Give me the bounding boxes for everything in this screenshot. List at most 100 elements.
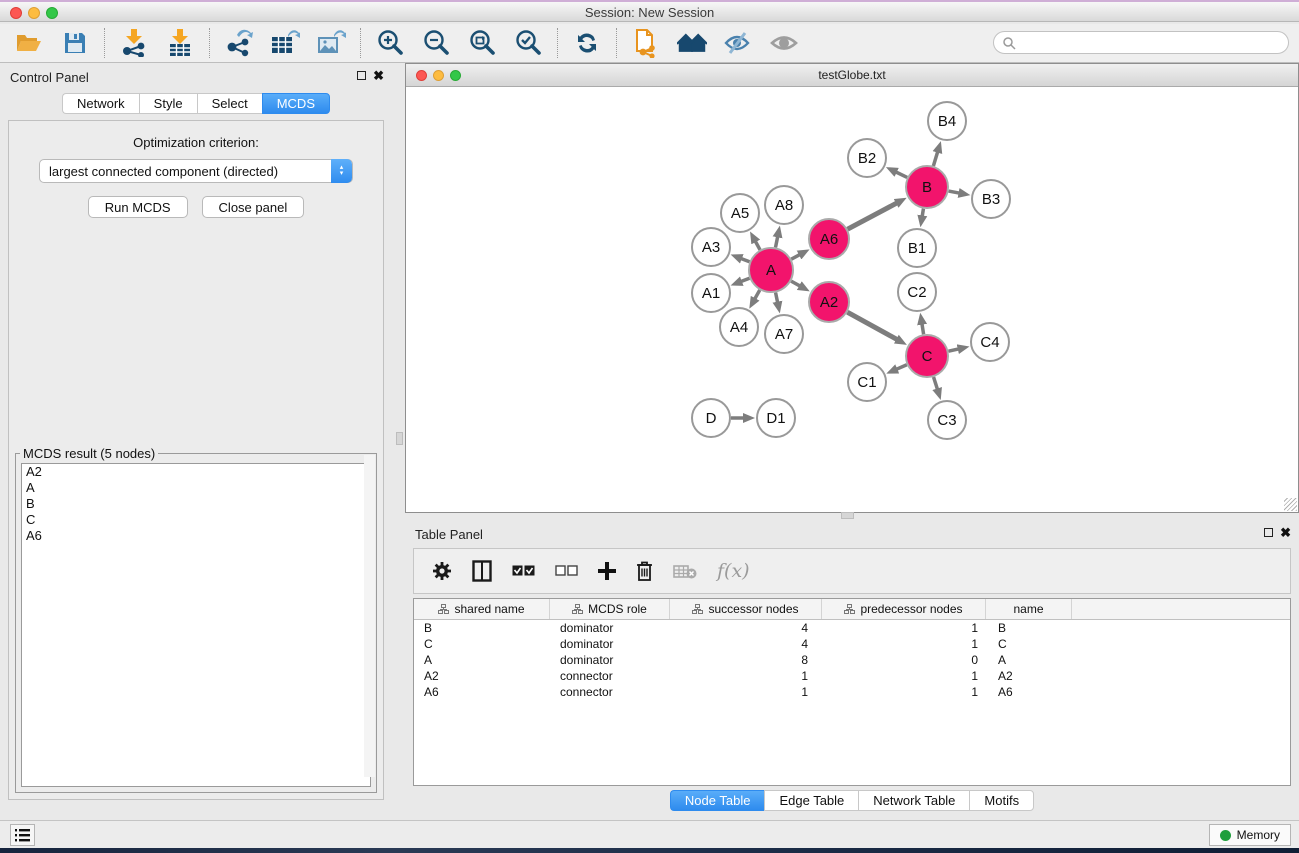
network-canvas[interactable]: B4B2BB3A5A8A6A3B1AA1C2A2A4A7C4CC1C3DD1 (406, 87, 1298, 512)
edge-A2-C[interactable] (847, 312, 898, 340)
node-B1[interactable]: B1 (898, 229, 936, 267)
node-A[interactable]: A (749, 248, 793, 292)
table-cell[interactable]: connector (550, 669, 670, 683)
node-A7[interactable]: A7 (765, 315, 803, 353)
zoom-fit-icon[interactable] (467, 28, 497, 58)
tab-network[interactable]: Network (62, 93, 139, 114)
run-mcds-button[interactable]: Run MCDS (88, 196, 188, 218)
table-row[interactable]: A6connector11A6 (414, 684, 1290, 700)
table-cell[interactable]: 1 (822, 669, 986, 683)
node-B4[interactable]: B4 (928, 102, 966, 140)
table-row[interactable]: A2connector11A2 (414, 668, 1290, 684)
table-cell[interactable]: 1 (822, 637, 986, 651)
tab-mcds[interactable]: MCDS (262, 93, 330, 114)
open-file-icon[interactable] (14, 28, 44, 58)
result-scrollbar[interactable] (364, 455, 375, 777)
edge-C-C1[interactable] (895, 365, 906, 370)
table-cell[interactable]: A (986, 653, 1072, 667)
result-item[interactable]: C (22, 512, 370, 528)
result-item[interactable]: A6 (22, 528, 370, 544)
table-cell[interactable]: A2 (986, 669, 1072, 683)
table-cell[interactable]: A6 (414, 685, 550, 699)
column-selector-icon[interactable] (472, 560, 492, 582)
node-table[interactable]: shared nameMCDS rolesuccessor nodesprede… (413, 598, 1291, 786)
edge-B-B1[interactable] (922, 209, 923, 218)
table-cell[interactable]: 1 (670, 669, 822, 683)
open-browser-icon[interactable] (677, 28, 707, 58)
table-cell[interactable]: 8 (670, 653, 822, 667)
edge-B-B2[interactable] (895, 171, 907, 177)
edge-A-A2[interactable] (791, 281, 801, 286)
deselect-all-icon[interactable] (555, 565, 578, 577)
import-network-icon[interactable] (119, 28, 149, 58)
mcds-result-list[interactable]: A2ABCA6 (21, 463, 371, 787)
node-C2[interactable]: C2 (898, 273, 936, 311)
node-A2[interactable]: A2 (809, 282, 849, 322)
import-table-icon[interactable] (165, 28, 195, 58)
node-B2[interactable]: B2 (848, 139, 886, 177)
zoom-out-icon[interactable] (421, 28, 451, 58)
hide-selected-icon[interactable] (723, 28, 753, 58)
table-cell[interactable]: B (414, 621, 550, 635)
close-panel-icon[interactable]: ✖ (373, 68, 384, 84)
edge-A-A8[interactable] (776, 235, 778, 247)
edge-A-A5[interactable] (755, 240, 760, 250)
export-table-icon[interactable] (270, 28, 300, 58)
edge-A-A6[interactable] (791, 254, 800, 259)
criterion-select[interactable]: largest connected component (directed) ▴… (39, 159, 353, 183)
table-cell[interactable]: A2 (414, 669, 550, 683)
search-input[interactable] (1016, 36, 1288, 50)
result-item[interactable]: A2 (22, 464, 370, 480)
search-box[interactable] (993, 31, 1289, 54)
refresh-layout-icon[interactable] (572, 28, 602, 58)
settings-gear-icon[interactable] (432, 561, 452, 581)
tab-node-table[interactable]: Node Table (670, 790, 765, 811)
table-cell[interactable]: A (414, 653, 550, 667)
table-cell[interactable]: 1 (822, 621, 986, 635)
column-header-shared-name[interactable]: shared name (414, 599, 550, 619)
table-cell[interactable]: 1 (670, 685, 822, 699)
table-row[interactable]: Bdominator41B (414, 620, 1290, 636)
table-cell[interactable]: 4 (670, 637, 822, 651)
resize-corner-icon[interactable] (1284, 498, 1297, 511)
node-C1[interactable]: C1 (848, 363, 886, 401)
edge-B-B3[interactable] (949, 191, 961, 193)
table-cell[interactable]: 4 (670, 621, 822, 635)
node-D1[interactable]: D1 (757, 399, 795, 437)
table-row[interactable]: Cdominator41C (414, 636, 1290, 652)
node-A3[interactable]: A3 (692, 228, 730, 266)
column-header-name[interactable]: name (986, 599, 1072, 619)
node-B3[interactable]: B3 (972, 180, 1010, 218)
save-session-icon[interactable] (60, 28, 90, 58)
delete-column-icon[interactable] (636, 561, 653, 581)
edge-A-A3[interactable] (740, 258, 750, 262)
edge-C-C4[interactable] (948, 349, 959, 352)
table-cell[interactable]: 0 (822, 653, 986, 667)
table-row[interactable]: Adominator80A (414, 652, 1290, 668)
memory-button[interactable]: Memory (1209, 824, 1291, 846)
zoom-selected-icon[interactable] (513, 28, 543, 58)
export-image-icon[interactable] (316, 28, 346, 58)
tab-motifs[interactable]: Motifs (969, 790, 1034, 811)
edge-A-A1[interactable] (740, 278, 750, 282)
node-A4[interactable]: A4 (720, 308, 758, 346)
clone-network-icon[interactable] (631, 28, 661, 58)
float-panel-icon[interactable] (357, 71, 366, 80)
add-column-icon[interactable] (598, 562, 616, 580)
vertical-split-handle[interactable] (396, 432, 403, 445)
select-all-icon[interactable] (512, 565, 535, 577)
table-cell[interactable]: C (986, 637, 1072, 651)
edge-C-C2[interactable] (922, 323, 924, 335)
node-C[interactable]: C (906, 335, 948, 377)
table-cell[interactable]: B (986, 621, 1072, 635)
column-header-successor-nodes[interactable]: successor nodes (670, 599, 822, 619)
node-A5[interactable]: A5 (721, 194, 759, 232)
delete-table-icon[interactable] (673, 564, 697, 579)
table-cell[interactable]: 1 (822, 685, 986, 699)
table-cell[interactable]: dominator (550, 621, 670, 635)
column-header-MCDS-role[interactable]: MCDS role (550, 599, 670, 619)
node-C4[interactable]: C4 (971, 323, 1009, 361)
node-C3[interactable]: C3 (928, 401, 966, 439)
node-A6[interactable]: A6 (809, 219, 849, 259)
node-A1[interactable]: A1 (692, 274, 730, 312)
